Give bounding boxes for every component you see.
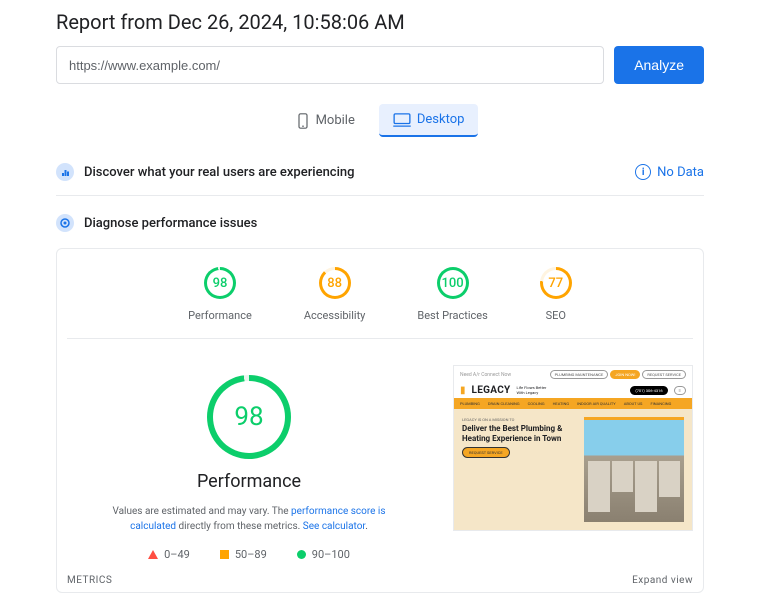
desktop-icon <box>393 113 411 127</box>
site-preview: Need A/r Connect Now PLUMBING MAINTENANC… <box>453 365 693 531</box>
discover-title: Discover what your real users are experi… <box>84 165 355 180</box>
preview-hero-title: Deliver the Best Plumbing & Heating Expe… <box>462 424 578 443</box>
report-title: Report from Dec 26, 2024, 10:58:06 AM <box>56 10 704 34</box>
gauge-ring: 88 <box>319 267 351 299</box>
main-row: 98 Performance Values are estimated and … <box>57 355 703 561</box>
performance-label: Performance <box>197 471 301 492</box>
preview-logo: LEGACY <box>472 385 511 396</box>
gauges-row: 98 Performance 88 Accessibility 100 Best… <box>57 261 703 326</box>
mobile-icon <box>296 113 310 129</box>
phone-icon: (701) 306-4316 <box>630 386 667 395</box>
discover-icon <box>56 163 74 181</box>
tab-mobile[interactable]: Mobile <box>282 104 369 137</box>
device-tabs: Mobile Desktop <box>56 104 704 137</box>
gauge-ring: 100 <box>437 267 469 299</box>
expand-view-link[interactable]: Expand view <box>632 575 693 586</box>
preview-logo-icon: ▮ <box>460 385 466 396</box>
gauge-label: SEO <box>546 309 566 322</box>
analyze-button[interactable]: Analyze <box>614 46 704 84</box>
preview-pill: PLUMBING MAINTENANCE <box>550 370 609 379</box>
performance-card: 98 Performance 88 Accessibility 100 Best… <box>56 248 704 593</box>
no-data-link[interactable]: i No Data <box>635 164 704 180</box>
diagnose-title: Diagnose performance issues <box>84 216 257 231</box>
preview-topbar: Need A/r Connect Now PLUMBING MAINTENANC… <box>454 366 692 383</box>
info-icon: i <box>635 164 651 180</box>
performance-column: 98 Performance Values are estimated and … <box>67 355 431 561</box>
metrics-label: METRICS <box>67 575 112 586</box>
performance-description: Values are estimated and may vary. The p… <box>99 504 399 534</box>
legend: 0–49 50–89 90–100 <box>148 548 350 561</box>
preview-pill: REQUEST SERVICE <box>642 370 686 379</box>
url-row: Analyze <box>56 46 704 84</box>
tab-desktop-label: Desktop <box>417 112 465 127</box>
gauge-performance[interactable]: 98 Performance <box>188 267 252 322</box>
legend-avg: 50–89 <box>220 548 267 561</box>
gauge-label: Performance <box>188 309 252 322</box>
gauge-label: Accessibility <box>304 309 366 322</box>
diagnose-section: Diagnose performance issues <box>56 206 704 240</box>
diagnose-icon <box>56 214 74 232</box>
tab-desktop[interactable]: Desktop <box>379 104 479 137</box>
preview-logo-row: ▮ LEGACY Life Flows Better With Legacy (… <box>454 383 692 398</box>
discover-section: Discover what your real users are experi… <box>56 155 704 189</box>
gauge-accessibility[interactable]: 88 Accessibility <box>304 267 366 322</box>
preview-nav: PLUMBING DRAIN CLEANING COOLING HEATING … <box>454 398 692 409</box>
preview-hero-image <box>584 417 684 522</box>
menu-icon: ≡ <box>674 386 686 395</box>
preview-hero: LEGACY IS ON A MISSION TO Deliver the Be… <box>454 409 692 530</box>
gauge-best-practices[interactable]: 100 Best Practices <box>417 267 487 322</box>
see-calculator-link[interactable]: See calculator <box>303 521 365 532</box>
gauge-label: Best Practices <box>417 309 487 322</box>
url-input[interactable] <box>56 46 604 84</box>
big-gauge: 98 <box>207 375 291 459</box>
divider <box>56 195 704 196</box>
preview-tagline: Life Flows Better With Legacy <box>517 386 547 396</box>
no-data-label: No Data <box>657 165 704 180</box>
legend-good: 90–100 <box>297 548 350 561</box>
card-footer: METRICS Expand view <box>57 561 703 592</box>
legend-poor: 0–49 <box>148 548 190 561</box>
preview-pill: JOIN NOW! <box>610 370 640 379</box>
gauge-ring: 98 <box>204 267 236 299</box>
gauge-seo[interactable]: 77 SEO <box>540 267 572 322</box>
card-divider <box>67 338 693 339</box>
preview-cta: REQUEST SERVICE <box>462 447 510 458</box>
tab-mobile-label: Mobile <box>316 113 355 128</box>
gauge-ring: 77 <box>540 267 572 299</box>
